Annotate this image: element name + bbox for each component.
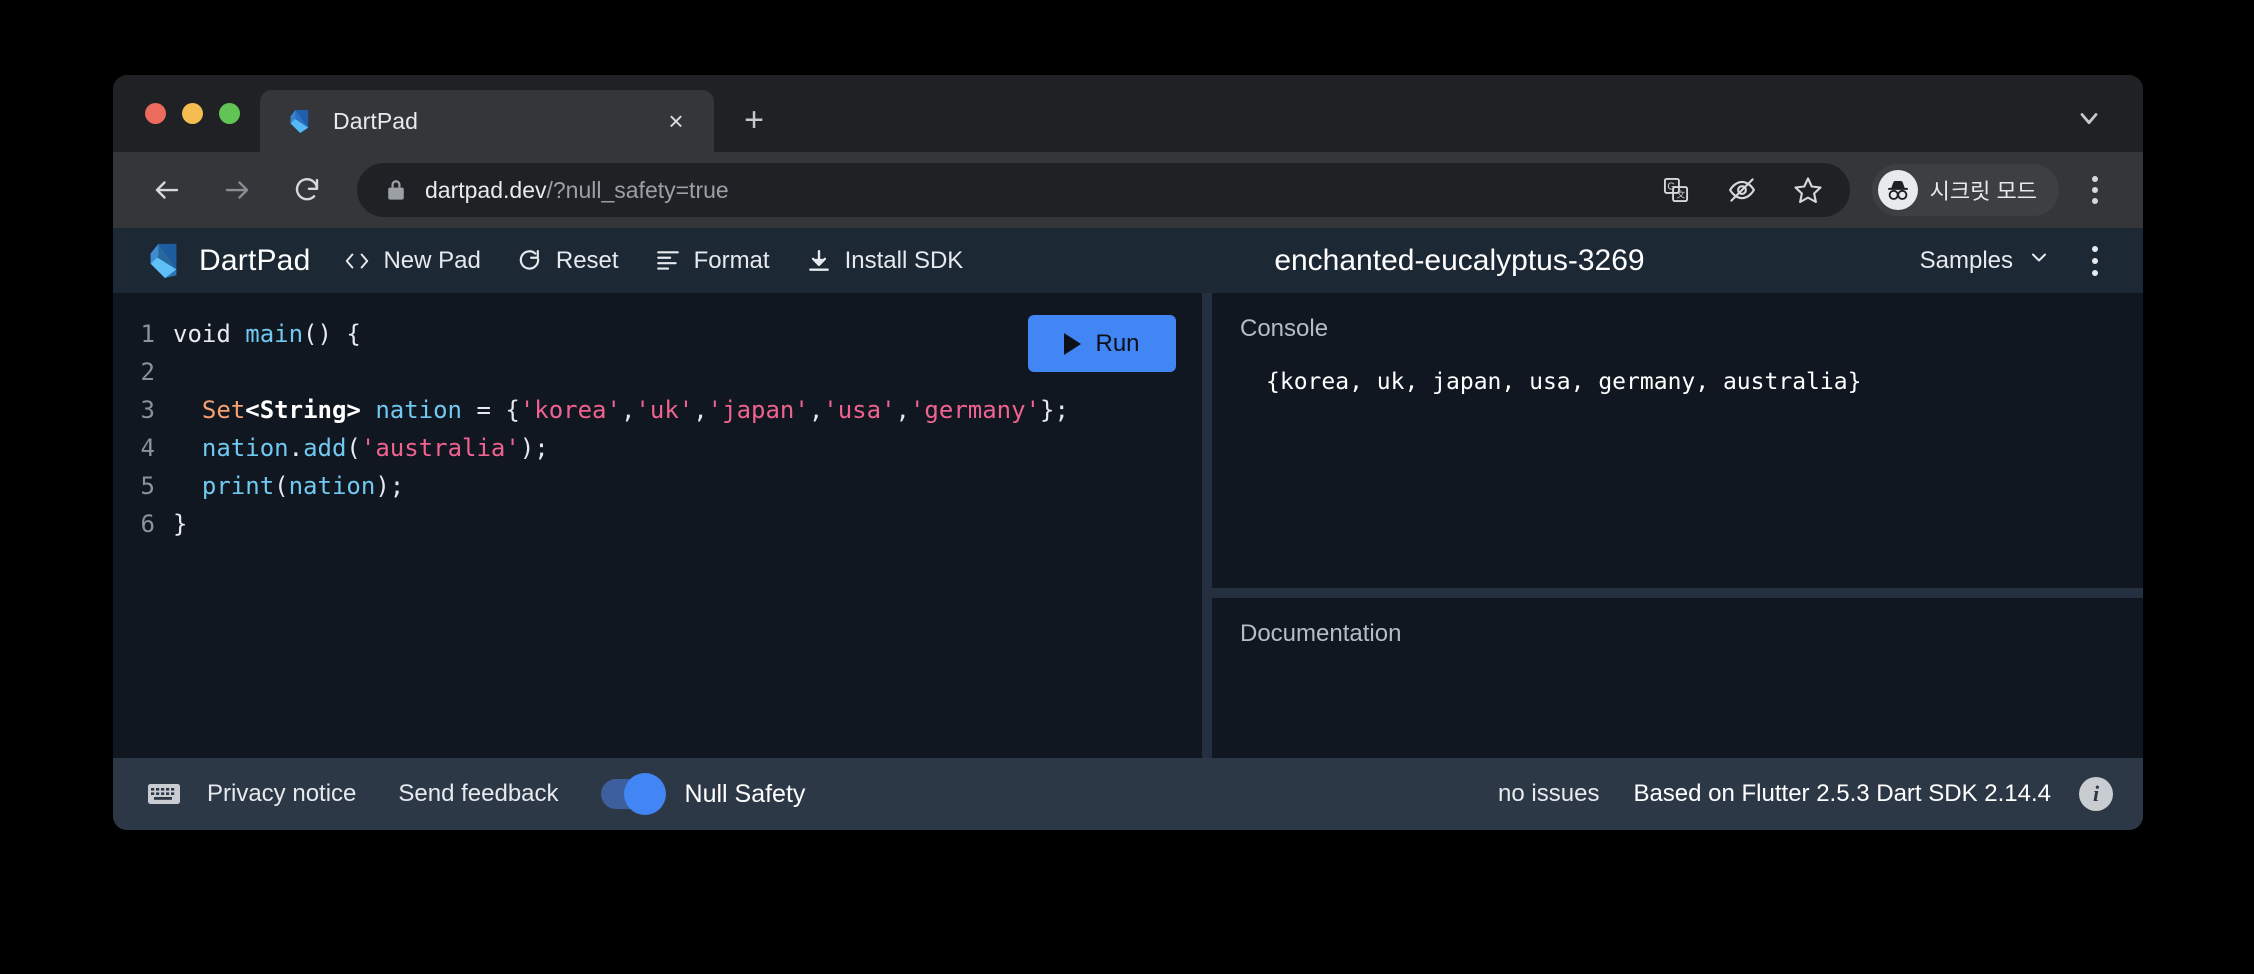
url-query: /?null_safety=true [546, 176, 729, 203]
dart-logo-icon [150, 243, 177, 278]
new-pad-label: New Pad [383, 246, 481, 274]
forward-arrow-icon[interactable] [209, 162, 265, 218]
line-text: void main() { [173, 320, 361, 348]
null-safety-label: Null Safety [684, 779, 806, 808]
code-brackets-icon [344, 248, 370, 274]
incognito-mode-badge[interactable]: 시크릿 모드 [1871, 164, 2059, 216]
browser-window: DartPad × + dartpad.dev/?null_safety=tru… [113, 75, 2143, 830]
line-number: 3 [140, 396, 155, 424]
chevron-down-icon[interactable] [2069, 98, 2109, 138]
reload-icon[interactable] [279, 162, 335, 218]
incognito-label: 시크릿 모드 [1929, 179, 2037, 204]
dartpad-brand-label: DartPad [199, 243, 311, 277]
line-text: print(nation); [201, 472, 405, 500]
tab-title: DartPad [333, 107, 419, 134]
code-editor[interactable]: 1 void main() { 2 3 Set<String> nation = {'… [113, 293, 1202, 758]
back-arrow-icon[interactable] [139, 162, 195, 218]
install-sdk-label: Install SDK [844, 246, 964, 274]
minimize-window-button[interactable] [182, 103, 203, 124]
format-label: Format [693, 246, 770, 274]
refresh-icon [517, 248, 543, 274]
issues-status: no issues [1498, 780, 1600, 807]
line-number: 5 [140, 472, 155, 500]
keyboard-icon[interactable] [147, 781, 181, 807]
svg-text:文: 文 [1676, 189, 1685, 200]
line-number: 2 [140, 358, 155, 386]
code-line[interactable]: 5 print(nation); [113, 467, 1202, 505]
line-number: 1 [140, 320, 155, 348]
new-pad-button[interactable]: New Pad [344, 246, 481, 275]
url-text: dartpad.dev/?null_safety=true [425, 177, 1634, 204]
reset-button[interactable]: Reset [517, 247, 619, 275]
dart-logo-icon [290, 109, 309, 133]
send-feedback-link[interactable]: Send feedback [398, 780, 558, 808]
console-label: Console [1240, 315, 1329, 342]
run-label: Run [1095, 329, 1140, 357]
play-icon [1064, 332, 1082, 355]
maximize-window-button[interactable] [219, 103, 240, 124]
privacy-notice-link[interactable]: Privacy notice [207, 780, 356, 808]
run-button[interactable]: Run [1028, 315, 1176, 372]
line-text: nation.add('australia'); [201, 434, 549, 462]
browser-menu-icon[interactable] [2071, 162, 2119, 218]
dartpad-footer: Privacy notice Send feedback Null Safety… [113, 758, 2143, 830]
format-align-icon [655, 248, 681, 274]
incognito-icon [1877, 170, 1918, 210]
null-safety-toggle[interactable] [600, 773, 666, 815]
samples-label: Samples [1919, 246, 2013, 274]
code-line[interactable]: 3 Set<String> nation = {'korea','uk','ja… [113, 391, 1202, 429]
window-traffic-lights [113, 75, 260, 152]
install-sdk-button[interactable]: Install SDK [806, 246, 964, 275]
dartpad-header: DartPad New Pad Reset Format Install SDK… [113, 228, 2143, 293]
address-bar[interactable]: dartpad.dev/?null_safety=true G 文 [357, 163, 1850, 217]
line-number: 4 [140, 434, 155, 462]
chevron-down-icon [2027, 245, 2051, 276]
browser-toolbar: dartpad.dev/?null_safety=true G 文 시크릿 모드 [113, 152, 2143, 228]
reset-label: Reset [555, 246, 619, 274]
right-pane: Console {korea, uk, japan, usa, germany,… [1212, 293, 2143, 758]
documentation-label: Documentation [1240, 620, 1402, 647]
browser-tab-dartpad[interactable]: DartPad × [260, 90, 714, 152]
download-icon [806, 248, 832, 274]
more-vert-icon[interactable] [2075, 238, 2115, 284]
samples-dropdown[interactable]: Samples [1920, 245, 2051, 276]
translate-icon[interactable]: G 文 [1652, 166, 1700, 214]
eye-off-icon[interactable] [1718, 166, 1766, 214]
close-icon[interactable]: × [660, 105, 692, 137]
line-number: 6 [140, 510, 155, 538]
lock-icon [385, 178, 407, 202]
format-button[interactable]: Format [655, 247, 770, 275]
line-text: Set<String> nation = {'korea','uk','japa… [201, 396, 1069, 424]
documentation-panel: Documentation [1212, 598, 2143, 758]
star-icon[interactable] [1784, 166, 1832, 214]
console-panel: Console {korea, uk, japan, usa, germany,… [1212, 293, 2143, 588]
pad-title: enchanted-eucalyptus-3269 [1274, 243, 1645, 277]
svg-text:G: G [1667, 181, 1675, 192]
dartpad-brand[interactable]: DartPad [147, 241, 310, 281]
dartpad-main: 1 void main() { 2 3 Set<String> nation = {'… [113, 293, 2143, 758]
console-output: {korea, uk, japan, usa, germany, austral… [1266, 369, 1862, 395]
sdk-version: Based on Flutter 2.5.3 Dart SDK 2.14.4 [1633, 780, 2051, 807]
code-line[interactable]: 4 nation.add('australia'); [113, 429, 1202, 467]
code-line[interactable]: 6} [113, 505, 1202, 543]
line-text: } [173, 510, 188, 538]
new-tab-button[interactable]: + [726, 92, 782, 148]
info-icon[interactable]: i [2079, 777, 2113, 811]
url-host: dartpad.dev [425, 176, 547, 203]
close-window-button[interactable] [145, 103, 166, 124]
tab-strip: DartPad × + [113, 75, 2143, 152]
dartpad-app: DartPad New Pad Reset Format Install SDK… [113, 228, 2143, 830]
